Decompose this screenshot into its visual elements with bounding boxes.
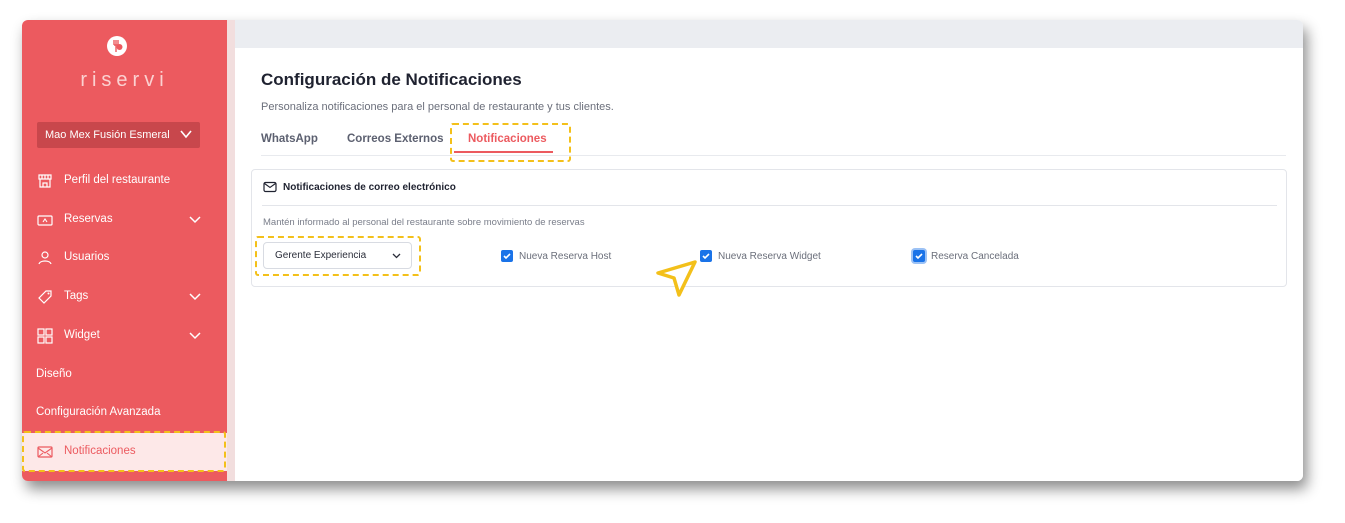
tabs-divider	[261, 155, 1286, 156]
grid-icon	[37, 328, 53, 344]
chevron-down-icon	[189, 216, 201, 224]
tab-whatsapp[interactable]: WhatsApp	[261, 133, 318, 145]
tag-icon	[38, 290, 52, 304]
user-icon	[38, 251, 52, 265]
sidebar-item-label: Reservas	[64, 213, 113, 225]
checkbox-checked-icon[interactable]	[913, 250, 925, 262]
app-window: riservi Mao Mex Fusión Esmeral Perfil de…	[22, 20, 1303, 481]
page-title: Configuración de Notificaciones	[261, 70, 522, 89]
sidebar-divider	[227, 20, 235, 481]
main-content: Configuración de Notificaciones Personal…	[235, 48, 1303, 481]
card-description: Mantén informado al personal del restaur…	[263, 217, 585, 228]
sidebar-item-label: Widget	[64, 329, 100, 341]
sidebar-item-label: Usuarios	[64, 251, 110, 263]
sidebar-item-label: Configuración Avanzada	[36, 406, 161, 418]
sidebar-item-tags[interactable]: Tags	[22, 278, 227, 316]
sidebar-item-diseno[interactable]: Diseño	[22, 356, 227, 394]
checkbox-checked-icon[interactable]	[501, 250, 513, 262]
tab-correos-externos[interactable]: Correos Externos	[347, 133, 444, 145]
mail-icon	[263, 181, 277, 193]
chevron-down-icon	[180, 130, 192, 139]
mail-icon	[37, 446, 53, 458]
sidebar-item-usuarios[interactable]: Usuarios	[22, 239, 227, 277]
sidebar-item-label: Tags	[64, 290, 89, 302]
restaurant-select[interactable]: Mao Mex Fusión Esmeral	[37, 122, 200, 148]
sidebar-item-perfil[interactable]: Perfil del restaurante	[22, 162, 227, 200]
page-subtitle: Personaliza notificaciones para el perso…	[261, 101, 614, 113]
tab-notificaciones[interactable]: Notificaciones	[468, 133, 547, 145]
role-select-value: Gerente Experiencia	[275, 250, 367, 261]
card-divider	[262, 205, 1277, 206]
store-icon	[38, 174, 52, 188]
checkbox-nueva-reserva-widget[interactable]: Nueva Reserva Widget	[700, 250, 821, 262]
ticket-icon	[37, 215, 53, 226]
email-notifications-card: Notificaciones de correo electrónico Man…	[251, 169, 1287, 287]
brand-name: riservi	[80, 69, 169, 91]
sidebar-item-widget[interactable]: Widget	[22, 317, 227, 355]
sidebar-item-reservas[interactable]: Reservas	[22, 201, 227, 239]
riservi-logo-icon	[107, 36, 127, 56]
checkbox-label: Nueva Reserva Widget	[718, 250, 821, 262]
chevron-down-icon	[189, 293, 201, 301]
sidebar-item-label: Notificaciones	[64, 445, 136, 457]
chevron-down-icon	[189, 332, 201, 340]
checkbox-reserva-cancelada[interactable]: Reserva Cancelada	[913, 250, 1019, 262]
sidebar-item-configuracion-avanzada[interactable]: Configuración Avanzada	[22, 394, 227, 432]
checkbox-label: Nueva Reserva Host	[519, 250, 612, 262]
role-select[interactable]: Gerente Experiencia	[263, 242, 412, 269]
checkbox-label: Reserva Cancelada	[931, 250, 1019, 262]
active-tab-indicator	[454, 151, 553, 153]
sidebar: riservi Mao Mex Fusión Esmeral Perfil de…	[22, 20, 227, 481]
sidebar-item-label: Perfil del restaurante	[64, 174, 171, 186]
sidebar-item-notificaciones[interactable]: Notificaciones	[22, 433, 227, 471]
restaurant-name: Mao Mex Fusión Esmeral	[45, 129, 170, 141]
pointer-arrow-icon	[656, 260, 697, 297]
checkbox-nueva-reserva-host[interactable]: Nueva Reserva Host	[501, 250, 611, 262]
sidebar-item-label: Diseño	[36, 368, 72, 380]
top-bar	[235, 20, 1303, 48]
card-title: Notificaciones de correo electrónico	[283, 181, 456, 193]
chevron-down-icon	[392, 253, 401, 259]
card-header: Notificaciones de correo electrónico	[263, 181, 456, 193]
checkbox-checked-icon[interactable]	[700, 250, 712, 262]
